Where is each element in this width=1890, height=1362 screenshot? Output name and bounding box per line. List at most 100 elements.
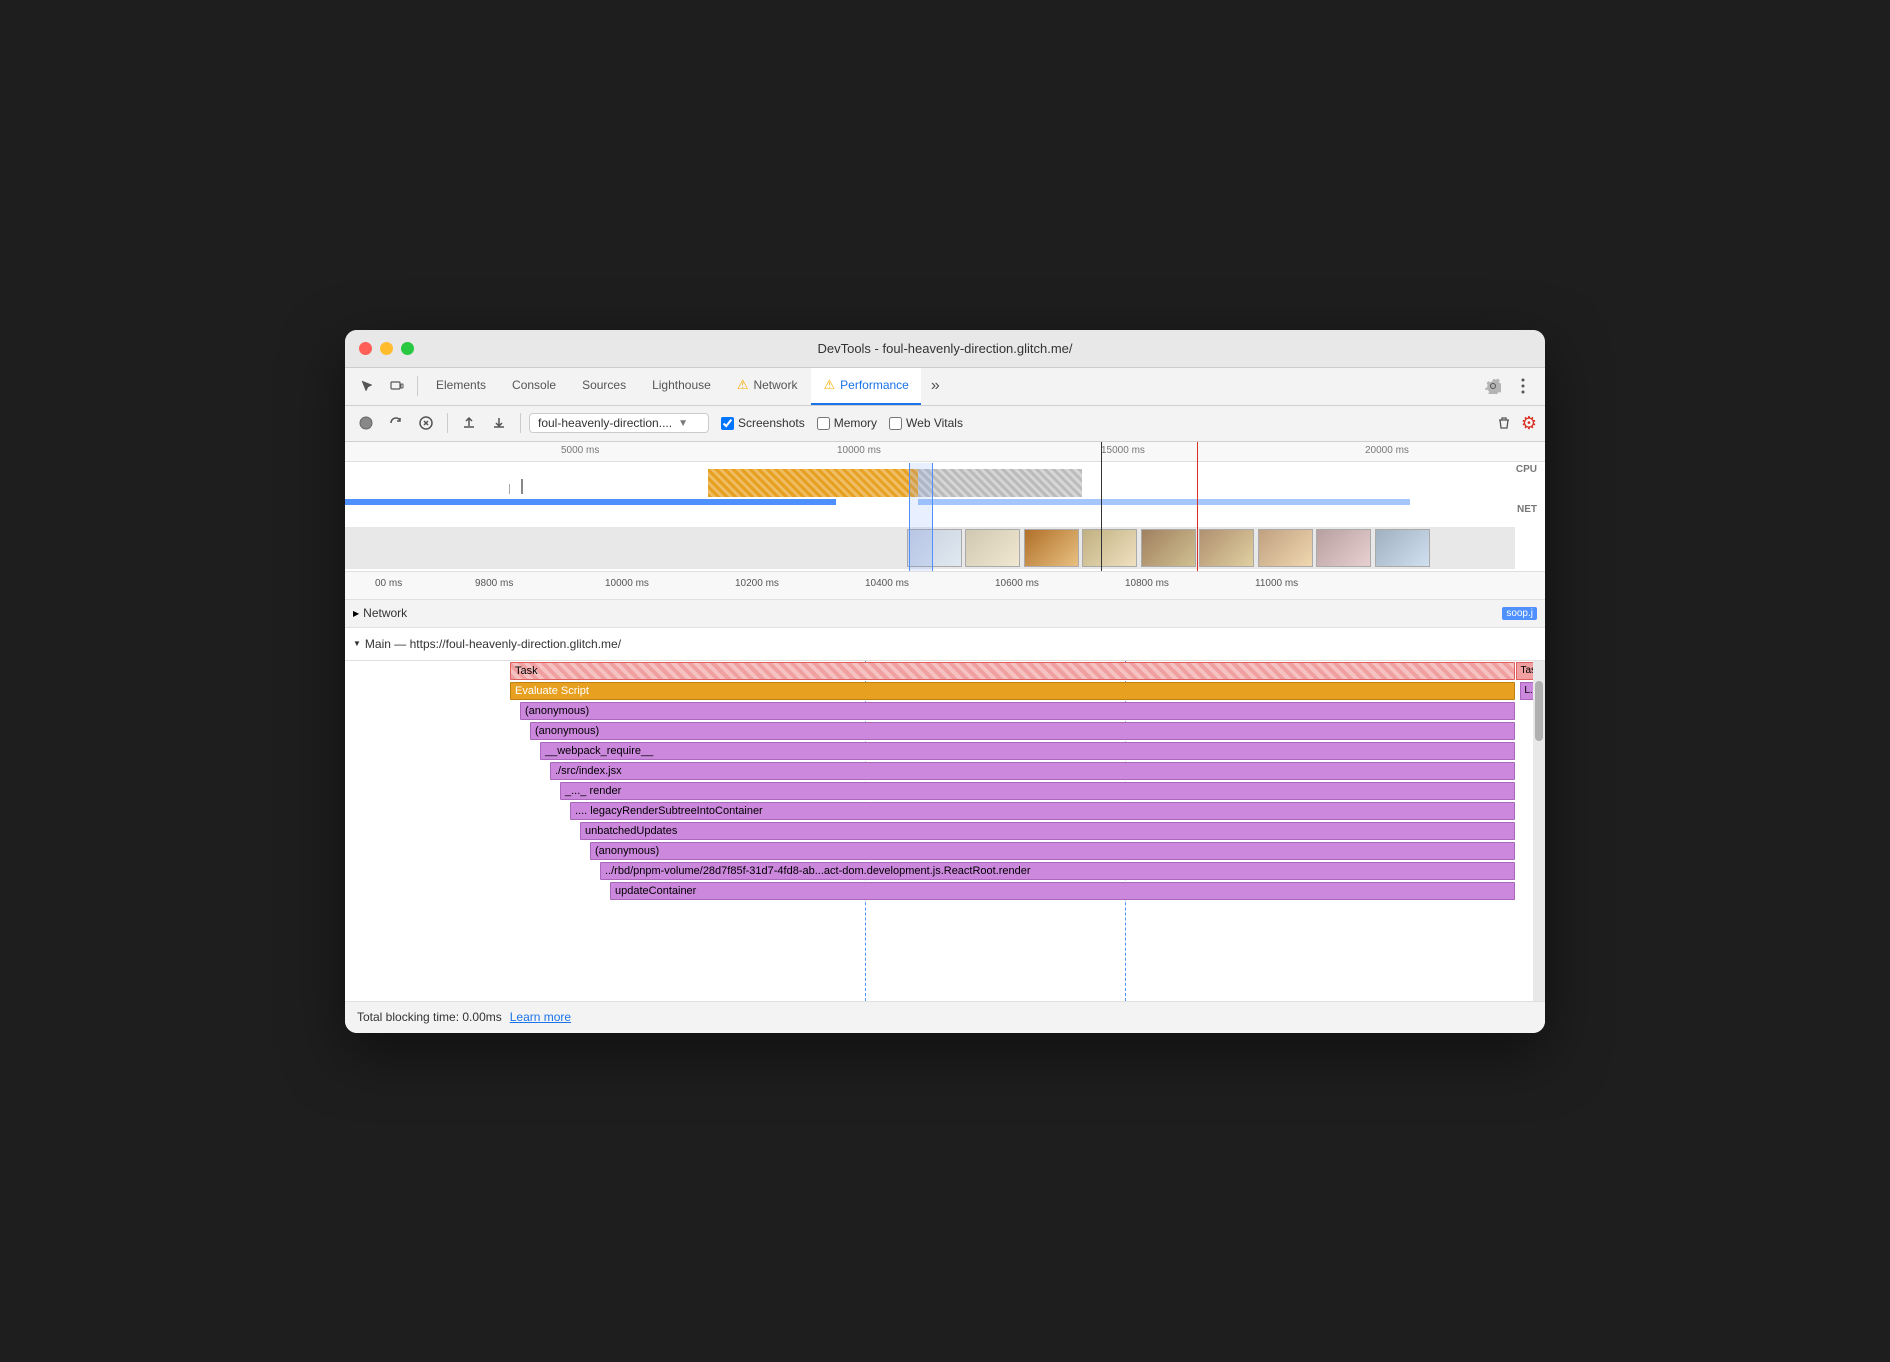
- tab-bar: Elements Console Sources Lighthouse ⚠ Ne…: [345, 368, 1545, 406]
- zoom-ruler: 00 ms 9800 ms 10000 ms 10200 ms 10400 ms…: [345, 572, 1545, 600]
- stop-button[interactable]: [413, 410, 439, 436]
- tab-console[interactable]: Console: [500, 368, 568, 406]
- zoom-9800ms: 9800 ms: [475, 578, 513, 589]
- network-collapse-icon[interactable]: ▶: [353, 609, 359, 618]
- anon-bar-3: (anonymous): [590, 842, 1515, 860]
- ruler-15000ms: 15000 ms: [1101, 445, 1145, 456]
- web-vitals-checkbox-label[interactable]: Web Vitals: [889, 416, 963, 430]
- flame-chart: Task Task Evaluate Script L...t (anonymo…: [345, 661, 1545, 1001]
- scroll-thumb[interactable]: [1535, 681, 1543, 741]
- blocking-time-text: Total blocking time: 0.00ms: [357, 1010, 502, 1024]
- download-button[interactable]: [486, 410, 512, 436]
- tab-network[interactable]: ⚠ Network: [725, 368, 810, 406]
- web-vitals-checkbox[interactable]: [889, 417, 902, 430]
- evaluate-script-row[interactable]: Evaluate Script L...t: [345, 681, 1545, 701]
- record-button[interactable]: [353, 410, 379, 436]
- title-bar: DevTools - foul-heavenly-direction.glitc…: [345, 330, 1545, 368]
- rbd-label: ../rbd/pnpm-volume/28d7f85f-31d7-4fd8-ab…: [605, 865, 1031, 877]
- timeline-overview: 5000 ms 10000 ms 15000 ms 20000 ms CPU: [345, 442, 1545, 572]
- tab-elements[interactable]: Elements: [424, 368, 498, 406]
- minimize-button[interactable]: [380, 342, 393, 355]
- network-section-row: ▶ Network soop.j: [345, 600, 1545, 628]
- main-section-header: ▼ Main — https://foul-heavenly-direction…: [345, 632, 1545, 656]
- anon-bar-2: (anonymous): [530, 722, 1515, 740]
- cpu-track: [345, 464, 1515, 499]
- zoom-10800ms: 10800 ms: [1125, 578, 1169, 589]
- legacy-render-row[interactable]: .... legacyRenderSubtreeIntoContainer: [345, 801, 1545, 821]
- devtools-window: DevTools - foul-heavenly-direction.glitc…: [345, 330, 1545, 1033]
- status-bar: Total blocking time: 0.00ms Learn more: [345, 1001, 1545, 1033]
- cursor-icon[interactable]: [353, 372, 381, 400]
- memory-checkbox-label[interactable]: Memory: [817, 416, 877, 430]
- anon-row-3[interactable]: (anonymous): [345, 841, 1545, 861]
- net-label: NET: [1517, 504, 1537, 515]
- network-warn-icon: ⚠: [737, 377, 749, 393]
- window-title: DevTools - foul-heavenly-direction.glitc…: [817, 341, 1072, 356]
- network-row-label: Network: [363, 606, 407, 620]
- tab-lighthouse[interactable]: Lighthouse: [640, 368, 723, 406]
- devtools-content: Elements Console Sources Lighthouse ⚠ Ne…: [345, 368, 1545, 1033]
- unbatched-row[interactable]: unbatchedUpdates: [345, 821, 1545, 841]
- anon-label-1: (anonymous): [525, 705, 589, 717]
- timeline-ruler: 5000 ms 10000 ms 15000 ms 20000 ms: [345, 442, 1545, 462]
- toolbar-divider-2: [520, 413, 521, 433]
- unbatched-bar: unbatchedUpdates: [580, 822, 1515, 840]
- update-container-bar: updateContainer: [610, 882, 1515, 900]
- evaluate-script-label: Evaluate Script: [515, 685, 589, 697]
- rbd-row[interactable]: ../rbd/pnpm-volume/28d7f85f-31d7-4fd8-ab…: [345, 861, 1545, 881]
- tab-performance[interactable]: ⚠ Performance: [811, 368, 920, 406]
- close-button[interactable]: [359, 342, 372, 355]
- ruler-10000ms: 10000 ms: [837, 445, 881, 456]
- render-row[interactable]: _..._ render: [345, 781, 1545, 801]
- settings-icon[interactable]: [1479, 372, 1507, 400]
- zoom-10400ms: 10400 ms: [865, 578, 909, 589]
- src-index-label: ./src/index.jsx: [555, 765, 622, 777]
- screenshots-strip: [345, 527, 1515, 569]
- zoom-00ms: 00 ms: [375, 578, 402, 589]
- anon-label-3: (anonymous): [595, 845, 659, 857]
- webpack-row[interactable]: __webpack_require__: [345, 741, 1545, 761]
- update-container-label: updateContainer: [615, 885, 696, 897]
- render-bar: _..._ render: [560, 782, 1515, 800]
- src-index-row[interactable]: ./src/index.jsx: [345, 761, 1545, 781]
- rbd-bar: ../rbd/pnpm-volume/28d7f85f-31d7-4fd8-ab…: [600, 862, 1515, 880]
- evaluate-script-bar: Evaluate Script: [510, 682, 1515, 700]
- zoom-11000ms: 11000 ms: [1255, 578, 1298, 589]
- clear-button[interactable]: [1491, 410, 1517, 436]
- url-dropdown[interactable]: foul-heavenly-direction.... ▼: [529, 413, 709, 433]
- upload-button[interactable]: [456, 410, 482, 436]
- toolbar-divider-1: [447, 413, 448, 433]
- dropdown-arrow-icon: ▼: [678, 418, 688, 429]
- anon-row-2[interactable]: (anonymous): [345, 721, 1545, 741]
- screenshots-checkbox[interactable]: [721, 417, 734, 430]
- performance-warn-icon: ⚠: [823, 377, 835, 393]
- src-index-bar: ./src/index.jsx: [550, 762, 1515, 780]
- maximize-button[interactable]: [401, 342, 414, 355]
- main-collapse-icon[interactable]: ▼: [353, 639, 361, 648]
- task-bar: Task: [510, 662, 1515, 680]
- reload-button[interactable]: [383, 410, 409, 436]
- legacy-render-bar: .... legacyRenderSubtreeIntoContainer: [570, 802, 1515, 820]
- ruler-20000ms: 20000 ms: [1365, 445, 1409, 456]
- memory-checkbox[interactable]: [817, 417, 830, 430]
- tab-sources[interactable]: Sources: [570, 368, 638, 406]
- device-toggle-icon[interactable]: [383, 372, 411, 400]
- zoom-10600ms: 10600 ms: [995, 578, 1039, 589]
- webpack-label: __webpack_require__: [545, 745, 653, 757]
- more-options-icon[interactable]: [1509, 372, 1537, 400]
- anon-bar-1: (anonymous): [520, 702, 1515, 720]
- legacy-render-label: .... legacyRenderSubtreeIntoContainer: [575, 805, 763, 817]
- webpack-bar: __webpack_require__: [540, 742, 1515, 760]
- anon-row-1[interactable]: (anonymous): [345, 701, 1545, 721]
- learn-more-link[interactable]: Learn more: [510, 1010, 571, 1024]
- render-label: _..._ render: [565, 785, 621, 797]
- capture-settings-icon[interactable]: ⚙: [1521, 413, 1537, 434]
- ruler-5000ms: 5000 ms: [561, 445, 599, 456]
- task-row[interactable]: Task Task: [345, 661, 1545, 681]
- screenshots-checkbox-label[interactable]: Screenshots: [721, 416, 805, 430]
- anon-label-2: (anonymous): [535, 725, 599, 737]
- main-section: ▼ Main — https://foul-heavenly-direction…: [345, 628, 1545, 661]
- more-tabs-button[interactable]: »: [923, 368, 948, 406]
- flame-scrollbar[interactable]: [1533, 661, 1545, 1001]
- update-container-row[interactable]: updateContainer: [345, 881, 1545, 901]
